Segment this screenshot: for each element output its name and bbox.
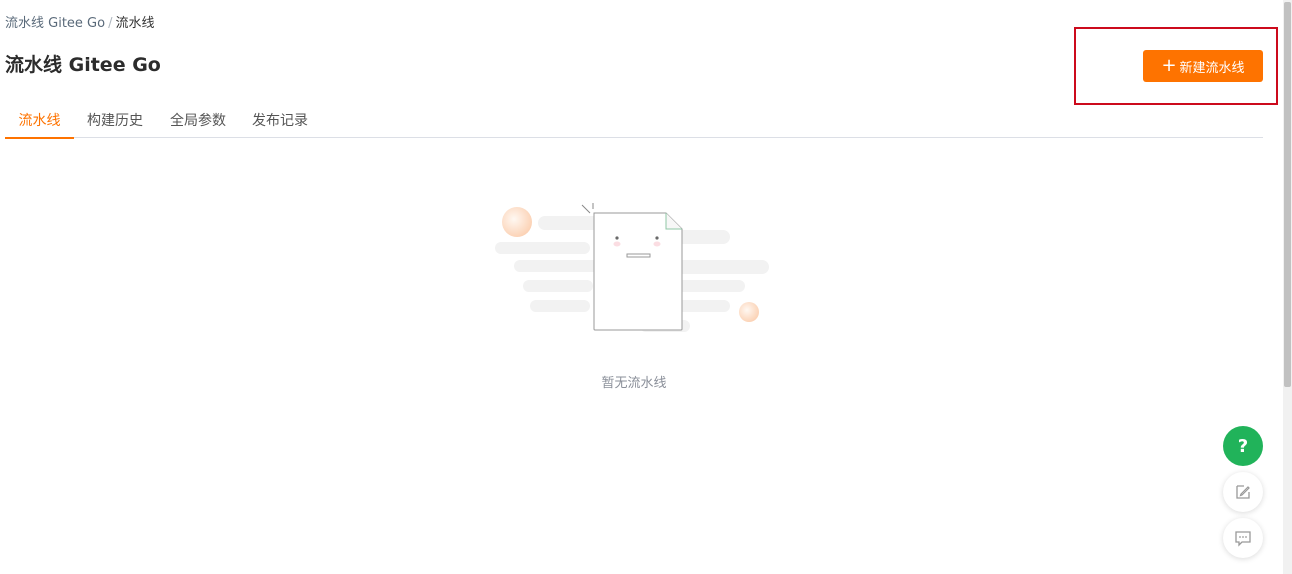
tab-global-params[interactable]: 全局参数 (162, 107, 234, 137)
plus-icon: + (1161, 55, 1177, 76)
breadcrumb-current: 流水线 (115, 16, 155, 31)
new-pipeline-label: 新建流水线 (1179, 60, 1245, 76)
breadcrumb-separator: / (108, 16, 113, 31)
tab-release-records[interactable]: 发布记录 (244, 107, 316, 137)
empty-message: 暂无流水线 (601, 376, 667, 391)
edit-note-icon (1236, 485, 1250, 499)
empty-document-icon (495, 203, 769, 332)
chat-button[interactable] (1223, 518, 1263, 558)
chat-bubble-icon (1235, 531, 1251, 547)
help-button[interactable]: ? (1223, 426, 1263, 466)
tab-bar: 流水线 构建历史 全局参数 发布记录 (5, 107, 1263, 139)
tab-build-history[interactable]: 构建历史 (79, 107, 151, 137)
question-icon: ? (1237, 435, 1249, 457)
page-title: 流水线 Gitee Go (5, 54, 161, 76)
breadcrumb-parent-link[interactable]: 流水线 Gitee Go (5, 16, 105, 31)
scrollbar-thumb[interactable] (1284, 2, 1291, 387)
scrollbar[interactable] (1283, 0, 1292, 574)
new-pipeline-button[interactable]: + 新建流水线 (1143, 50, 1263, 82)
feedback-button[interactable] (1223, 472, 1263, 512)
breadcrumb: 流水线 Gitee Go / 流水线 (5, 15, 154, 33)
tab-pipelines[interactable]: 流水线 (5, 107, 74, 139)
